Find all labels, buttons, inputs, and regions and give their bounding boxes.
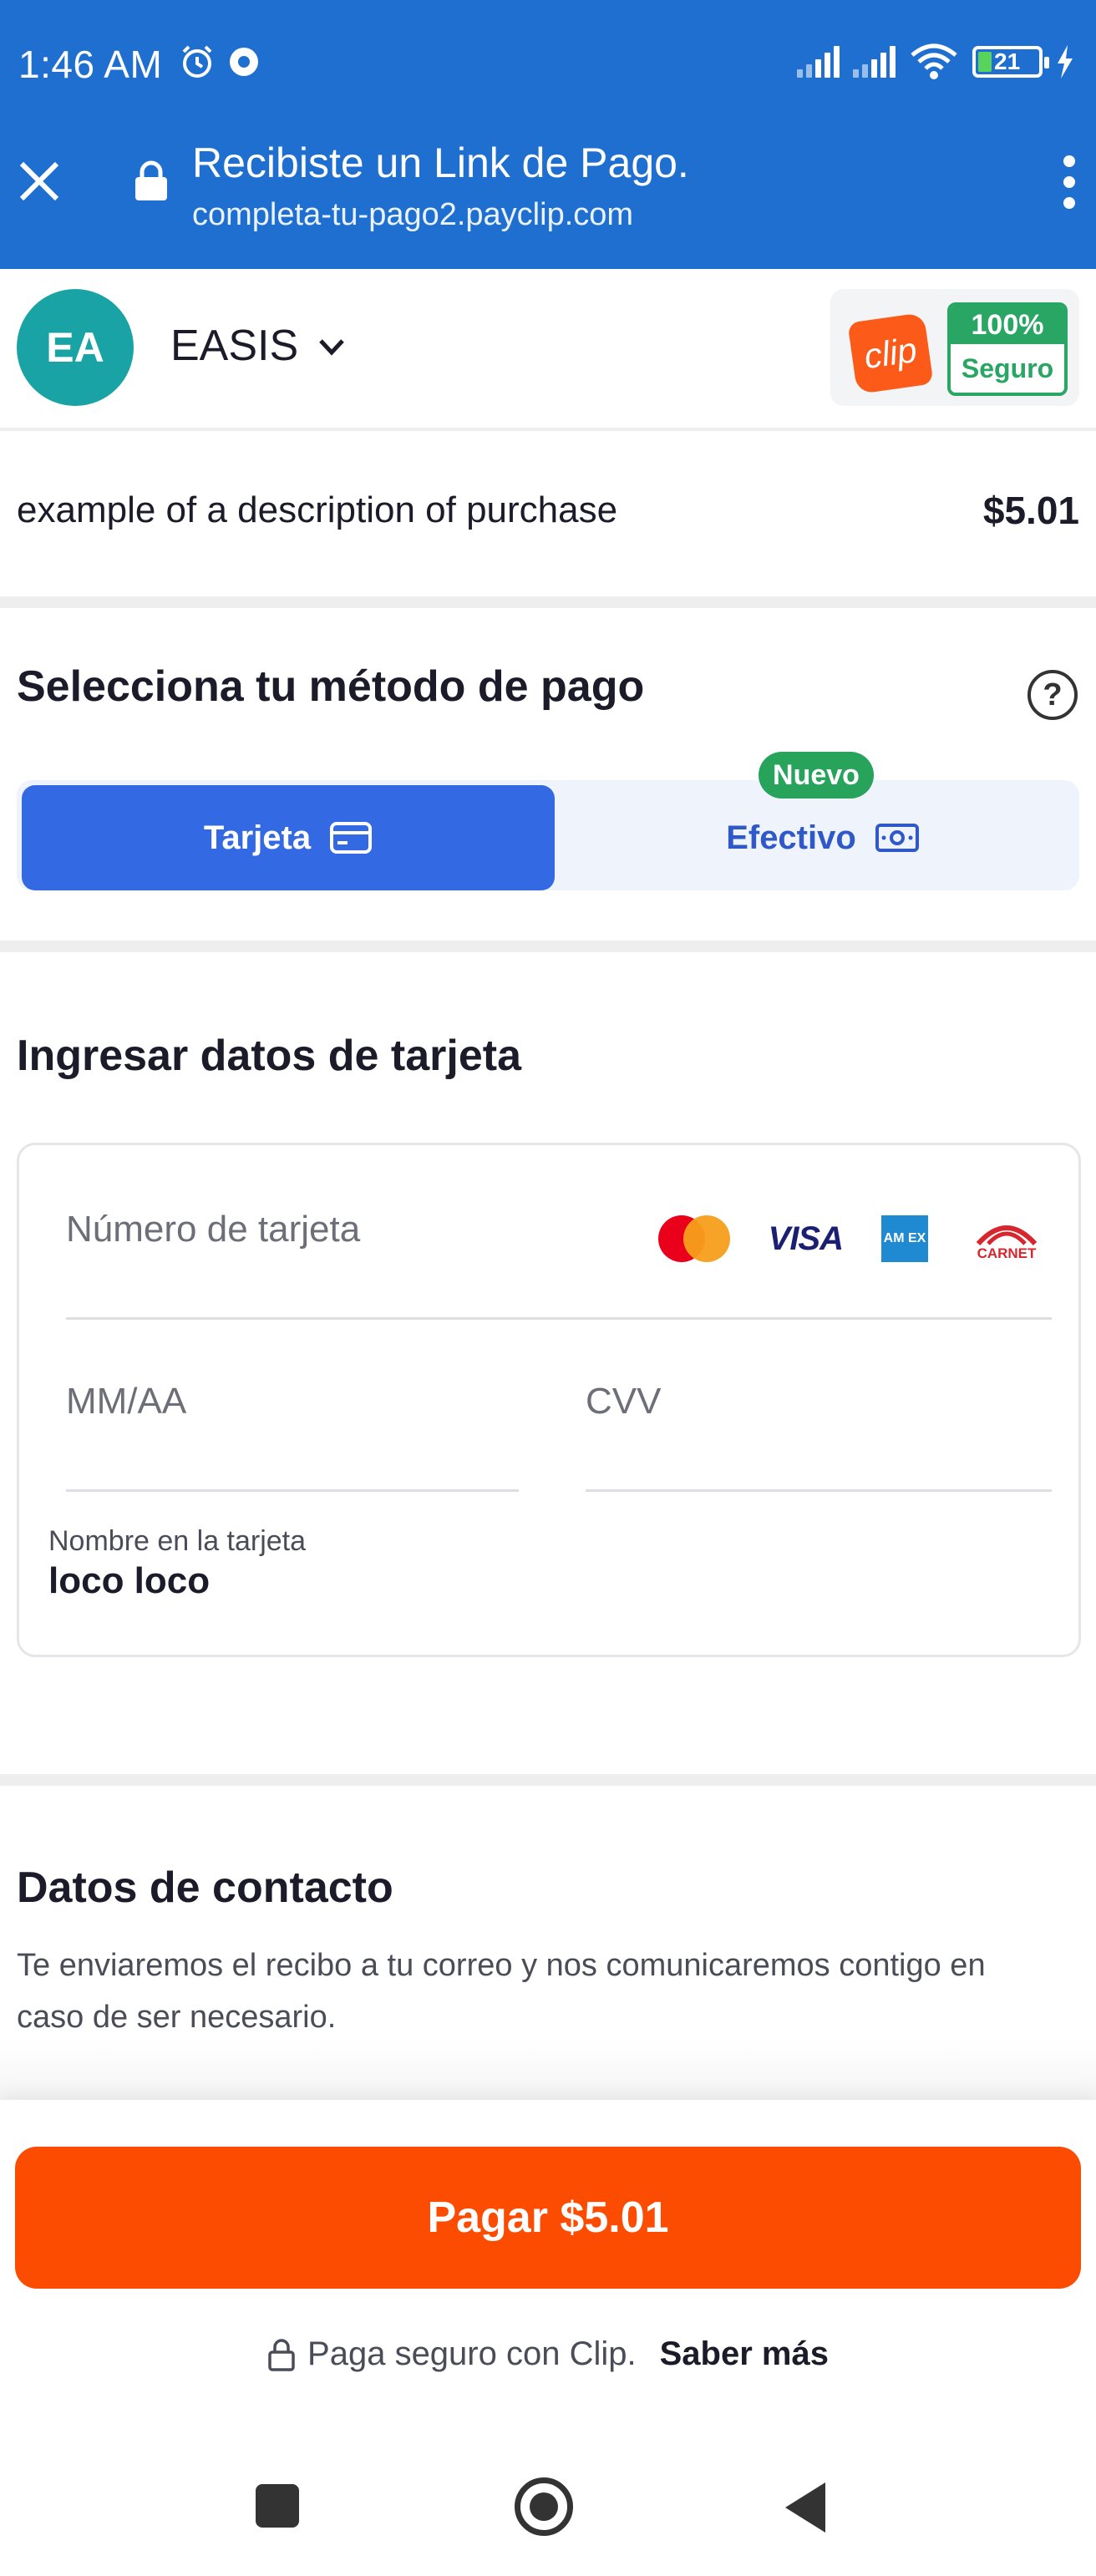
status-right: 21 [797,43,1074,80]
status-time: 1:46 AM [18,43,163,86]
checkout-footer: Pagar $5.01 Paga seguro con Clip. Saber … [0,2100,1096,2436]
alarm-icon [182,45,212,78]
card-name-input[interactable]: loco loco [48,1560,210,1602]
wifi-icon [911,43,957,79]
secure-badge-label: Seguro [951,344,1064,393]
amex-icon: AM EX [881,1215,928,1262]
back-icon[interactable] [785,2482,825,2533]
contact-section-title: Datos de contacto [17,1864,393,1912]
payment-method-title: Selecciona tu método de pago [17,662,645,711]
more-options-icon[interactable] [1061,155,1078,209]
payment-method-tabs: Tarjeta Efectivo Nuevo [17,728,1079,890]
recents-icon[interactable] [256,2484,299,2528]
card-section-title: Ingresar datos de tarjeta [17,1032,521,1080]
page-title: Recibiste un Link de Pago. [192,139,689,186]
help-icon[interactable]: ? [1028,670,1078,720]
page-url[interactable]: completa-tu-pago2.payclip.com [192,197,633,233]
card-number-underline [66,1317,1052,1320]
card-brands: VISA AM EX CARNET [657,1215,1047,1262]
chevron-down-icon[interactable] [317,337,346,357]
tab-tarjeta-label: Tarjeta [203,819,312,856]
learn-more-link[interactable]: Saber más [660,2335,829,2373]
visa-icon: VISA [768,1220,844,1257]
contact-description: Te enviaremos el recibo a tu correo y no… [17,1948,986,2035]
purchase-amount: $5.01 [982,489,1079,532]
carnet-icon: CARNET [967,1215,1047,1262]
secure-seal: clip 100% Seguro [830,289,1079,406]
card-name-label: Nombre en la tarjeta [48,1525,307,1557]
section-divider [0,596,1096,608]
secure-badge-percent: 100% [951,306,1064,344]
new-badge: Nuevo [759,752,874,799]
chrome-icon [230,48,258,76]
browser-header: 1:46 AM 21 Recibiste un Link de Pago. co… [0,0,1096,269]
merchant-name[interactable]: EASIS [170,321,298,371]
purchase-description: example of a description of purchase [17,489,618,530]
lock-icon [135,160,167,200]
home-icon[interactable] [515,2477,573,2536]
lock-icon [268,2338,295,2371]
system-navigation [0,2436,1096,2576]
tab-tarjeta[interactable]: Tarjeta [22,785,555,890]
secure-payment-row: Paga seguro con Clip. Saber más [0,2335,1096,2373]
card-icon [330,822,373,854]
secure-payment-text: Paga seguro con Clip. [307,2335,637,2372]
secure-badge: 100% Seguro [947,302,1068,396]
cash-icon [875,824,919,852]
tab-efectivo[interactable]: Efectivo [568,785,1078,890]
mastercard-icon [657,1215,730,1262]
status-icons [179,43,261,80]
cvv-underline [586,1489,1052,1492]
battery-icon: 21 [972,46,1049,78]
tab-efectivo-label: Efectivo [726,819,856,856]
avatar: EA [17,289,134,406]
signal-icon [797,46,840,78]
expiry-underline [66,1489,519,1492]
card-number-input[interactable]: Número de tarjeta [66,1209,360,1250]
pay-button[interactable]: Pagar $5.01 [15,2147,1081,2289]
cvv-input[interactable]: CVV [586,1381,661,1422]
clip-logo: clip [847,312,934,394]
charging-icon [1058,45,1073,79]
section-divider [0,1774,1096,1786]
expiry-input[interactable]: MM/AA [66,1381,186,1422]
carnet-label: CARNET [977,1245,1037,1261]
merchant-header: EA EASIS clip 100% Seguro [0,269,1096,431]
close-icon[interactable] [15,157,63,205]
scroll-fade [0,2038,1096,2105]
section-divider [0,941,1096,952]
purchase-summary: example of a description of purchase $5.… [0,431,1096,596]
signal-icon-2 [853,46,896,78]
